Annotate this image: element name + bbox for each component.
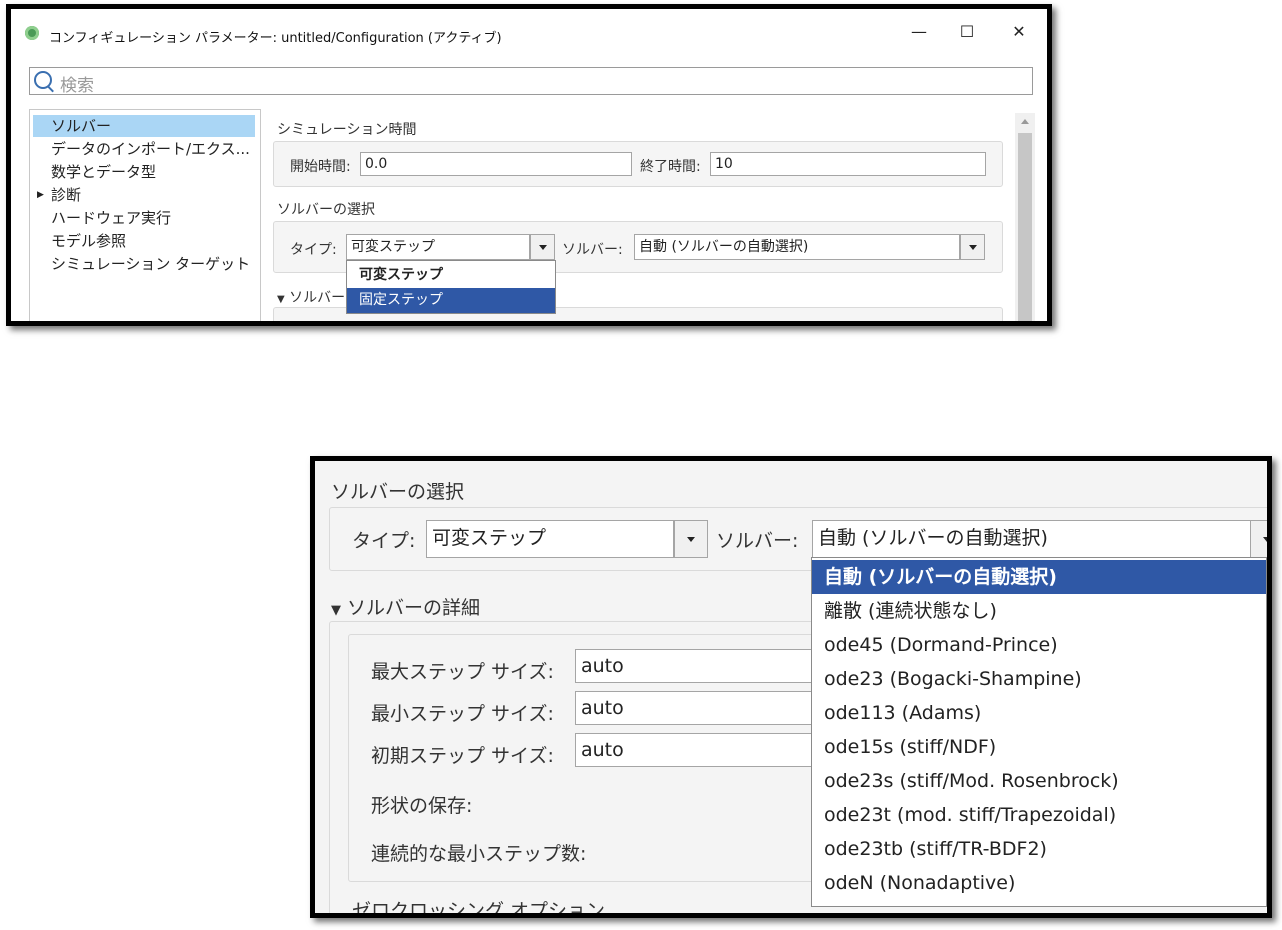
collapse-triangle-icon: ▼: [277, 294, 285, 305]
nav-item-diagnostics[interactable]: ▶ 診断: [33, 184, 255, 206]
scroll-thumb[interactable]: [1018, 133, 1032, 321]
type-label: タイプ:: [290, 242, 337, 258]
sim-time-heading: シミュレーション時間: [277, 122, 417, 138]
solver-dropdown-list: 自動 (ソルバーの自動選択) 離散 (連続状態なし) ode45 (Dorman…: [811, 557, 1267, 907]
start-time-input[interactable]: 0.0: [360, 152, 632, 176]
window-title: コンフィギュレーション パラメーター: untitled/Configurati…: [49, 31, 502, 46]
scroll-up-icon[interactable]: [1021, 119, 1029, 124]
maximize-icon[interactable]: ☐: [953, 21, 981, 43]
type-dropdown-button[interactable]: [674, 520, 708, 558]
search-icon: [34, 71, 52, 89]
solver-label: ソルバー:: [562, 242, 623, 258]
solver-option-ode23t[interactable]: ode23t (mod. stiff/Trapezoidal): [812, 798, 1266, 832]
nav-item-simulation-target[interactable]: シミュレーション ターゲット: [33, 253, 255, 275]
solver-zoom-window: ソルバーの選択 タイプ: 可変ステップ ソルバー: 自動 (ソルバーの自動選択)…: [310, 456, 1272, 918]
chevron-down-icon: [687, 537, 695, 542]
solver-option-ode23s[interactable]: ode23s (stiff/Mod. Rosenbrock): [812, 764, 1266, 798]
search-input[interactable]: 検索: [29, 67, 1033, 96]
nav-item-model-reference[interactable]: モデル参照: [33, 230, 255, 252]
sim-time-panel: 開始時間: 0.0 終了時間: 10: [273, 141, 1003, 187]
solver-select-heading: ソルバーの選択: [331, 481, 465, 503]
solver-details-heading[interactable]: ▼ ソルバー: [277, 287, 345, 307]
zero-crossing-heading: ゼロクロッシング オプション: [352, 900, 606, 918]
max-step-label: 最大ステップ サイズ:: [371, 661, 554, 683]
consecutive-min-steps-label: 連続的な最小ステップ数:: [371, 843, 587, 865]
solver-label: ソルバー:: [716, 530, 799, 552]
collapse-triangle-icon: ▼: [331, 603, 341, 618]
chevron-down-icon: [968, 245, 977, 250]
type-dropdown-button[interactable]: [530, 234, 555, 260]
search-placeholder: 検索: [60, 76, 94, 96]
end-time-input[interactable]: 10: [710, 152, 986, 176]
simulink-app-icon: [25, 26, 39, 40]
vertical-scrollbar[interactable]: [1015, 113, 1035, 321]
shape-preserve-label: 形状の保存:: [371, 795, 473, 817]
solver-dropdown-button[interactable]: [960, 234, 985, 260]
solver-option-auto[interactable]: 自動 (ソルバーの自動選択): [812, 560, 1266, 594]
chevron-down-icon: [1263, 537, 1267, 542]
nav-item-solver[interactable]: ソルバー: [33, 115, 255, 137]
nav-item-hardware[interactable]: ハードウェア実行: [33, 207, 255, 229]
type-combo[interactable]: 可変ステップ: [346, 234, 530, 260]
type-option-variable[interactable]: 可変ステップ: [347, 263, 555, 287]
type-combo[interactable]: 可変ステップ: [426, 520, 674, 558]
close-icon[interactable]: ✕: [1005, 21, 1033, 43]
expand-triangle-icon[interactable]: ▶: [37, 184, 44, 206]
solver-option-oden[interactable]: odeN (Nonadaptive): [812, 866, 1266, 900]
init-step-label: 初期ステップ サイズ:: [371, 745, 554, 767]
nav-item-data-import-export[interactable]: データのインポート/エクス...: [33, 138, 255, 160]
solver-option-ode113[interactable]: ode113 (Adams): [812, 696, 1266, 730]
solver-option-ode23[interactable]: ode23 (Bogacki-Shampine): [812, 662, 1266, 696]
end-time-label: 終了時間:: [640, 159, 701, 175]
type-dropdown-list: 可変ステップ 固定ステップ: [346, 260, 556, 314]
solver-option-ode23tb[interactable]: ode23tb (stiff/TR-BDF2): [812, 832, 1266, 866]
solver-option-ode15s[interactable]: ode15s (stiff/NDF): [812, 730, 1266, 764]
category-tree: ソルバー データのインポート/エクス... 数学とデータ型 ▶ 診断 ハードウェア…: [29, 109, 261, 321]
chevron-down-icon: [538, 245, 547, 250]
start-time-label: 開始時間:: [290, 159, 351, 175]
type-label: タイプ:: [352, 530, 416, 552]
minimize-icon[interactable]: —: [905, 21, 933, 43]
solver-details-heading[interactable]: ▼ ソルバーの詳細: [331, 593, 480, 620]
solver-combo[interactable]: 自動 (ソルバーの自動選択): [812, 520, 1252, 558]
solver-dropdown-button[interactable]: [1250, 520, 1267, 558]
min-step-label: 最小ステップ サイズ:: [371, 703, 554, 725]
nav-item-math-data-types[interactable]: 数学とデータ型: [33, 161, 255, 183]
solver-option-discrete[interactable]: 離散 (連続状態なし): [812, 594, 1266, 628]
solver-combo[interactable]: 自動 (ソルバーの自動選択): [634, 234, 960, 260]
type-option-fixed[interactable]: 固定ステップ: [347, 288, 555, 313]
title-bar: コンフィギュレーション パラメーター: untitled/Configurati…: [11, 9, 1047, 55]
solver-option-ode45[interactable]: ode45 (Dormand-Prince): [812, 628, 1266, 662]
solver-select-heading: ソルバーの選択: [277, 202, 375, 218]
config-params-window: コンフィギュレーション パラメーター: untitled/Configurati…: [6, 4, 1052, 326]
